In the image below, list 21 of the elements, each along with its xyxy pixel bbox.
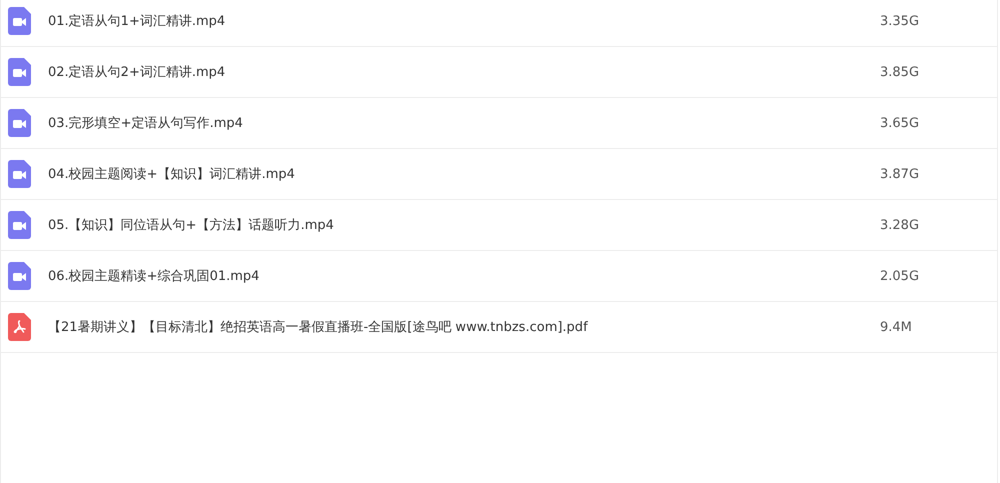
file-size: 3.85G: [880, 64, 920, 80]
video-file-icon: [8, 109, 31, 137]
video-file-icon: [8, 262, 31, 290]
file-name[interactable]: 05.【知识】同位语从句+【方法】话题听力.mp4: [48, 216, 880, 234]
file-size: 3.35G: [880, 14, 920, 28]
file-size: 3.65G: [880, 116, 920, 130]
file-name[interactable]: 06.校园主题精读+综合巩固01.mp4: [48, 267, 880, 285]
pdf-file-icon: [8, 313, 31, 341]
video-file-icon: [8, 7, 31, 35]
video-file-icon: [8, 58, 31, 86]
file-name[interactable]: 04.校园主题阅读+【知识】词汇精讲.mp4: [48, 165, 880, 183]
file-name[interactable]: 01.定语从句1+词汇精讲.mp4: [48, 12, 880, 30]
video-file-icon: [8, 211, 31, 239]
file-name[interactable]: 03.完形填空+定语从句写作.mp4: [48, 114, 880, 132]
file-name[interactable]: 02.定语从句2+词汇精讲.mp4: [48, 63, 880, 81]
file-name[interactable]: 【21暑期讲义】【目标清北】绝招英语高一暑假直播班-全国版[途鸟吧 www.tnbzs.com].pdf: [48, 318, 880, 336]
file-size: 9.4M: [880, 320, 913, 334]
file-size: 3.28G: [880, 218, 920, 232]
file-size: 2.05G: [880, 268, 920, 284]
file-size: 3.87G: [880, 166, 920, 182]
video-file-icon: [8, 160, 31, 188]
